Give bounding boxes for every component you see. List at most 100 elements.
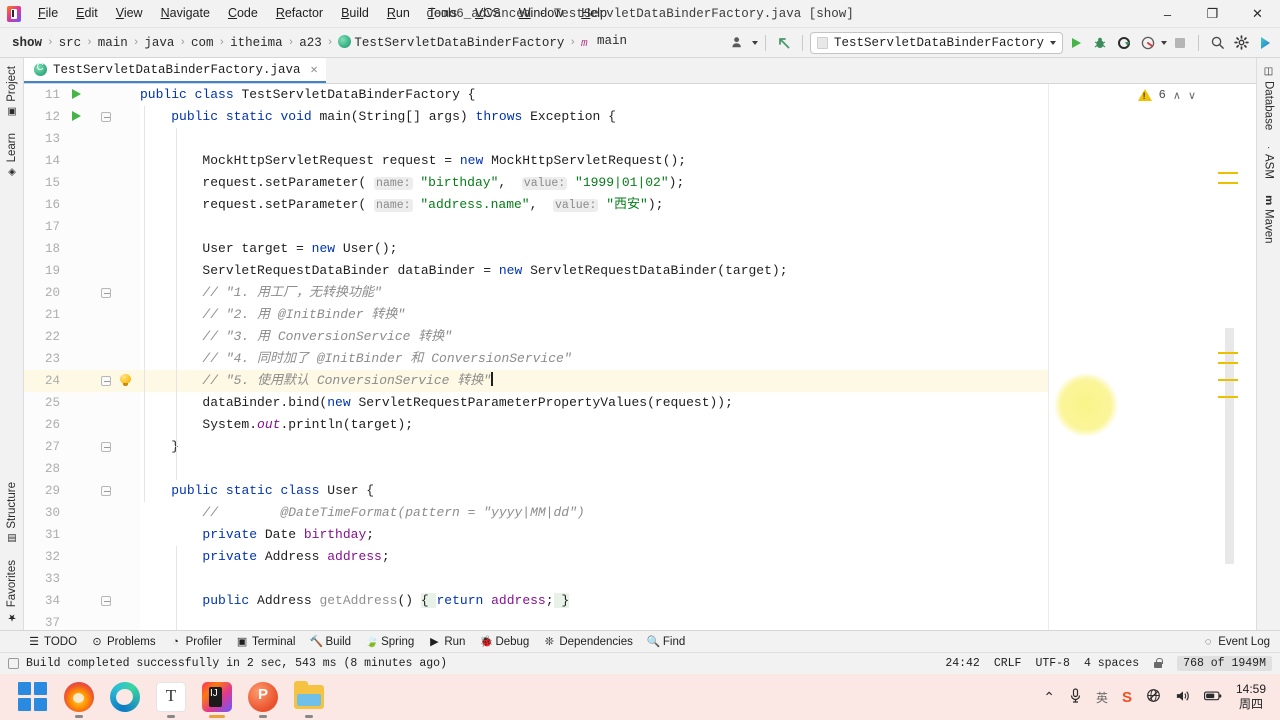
gutter-row[interactable]: 17 [24,216,140,238]
network-icon[interactable] [1146,688,1161,706]
tool-tab-database[interactable]: ◫ Database [1259,58,1279,138]
debug-icon[interactable] [1089,32,1111,54]
gutter-row[interactable]: 25 [24,392,140,414]
tool-window-spring[interactable]: 🍃 Spring [365,635,414,649]
gutter-row[interactable]: 20 [24,282,140,304]
powerpoint-icon[interactable] [248,682,278,718]
gutter-row[interactable]: 30 [24,502,140,524]
gutter-row[interactable]: 21 [24,304,140,326]
code-fold-icon[interactable] [101,376,111,386]
maximize-button[interactable]: ❐ [1190,0,1235,28]
menu-item-run[interactable]: Run [378,3,419,24]
user-profile-icon[interactable] [728,32,750,54]
gutter-row[interactable]: 14 [24,150,140,172]
gutter-row[interactable]: 31 [24,524,140,546]
breadcrumb-item-com[interactable]: com [187,35,218,51]
run-configuration-selector[interactable]: TestServletDataBinderFactory [809,31,1063,54]
menu-item-file[interactable]: File [29,3,67,24]
typora-icon[interactable] [156,682,186,718]
file-explorer-icon[interactable] [294,681,324,718]
windows-start-icon[interactable] [18,682,48,712]
tool-window-find[interactable]: 🔍 Find [647,635,685,649]
editor-tab-testservletdatabinderfactory[interactable]: TestServletDataBinderFactory.java ✕ [24,58,326,83]
breadcrumb-item-itheima[interactable]: itheima [226,35,287,51]
gutter-row[interactable]: 34 [24,590,140,612]
gutter-row[interactable]: 22 [24,326,140,348]
code-fold-icon[interactable] [101,112,111,122]
next-problem-icon[interactable]: ∨ [1188,89,1196,102]
code-fold-icon[interactable] [101,288,111,298]
sogou-input-icon[interactable]: S [1122,689,1132,706]
gutter-row[interactable]: 27 [24,436,140,458]
tool-tab-favorites[interactable]: ★ Favorites [2,552,22,630]
edge-icon[interactable] [110,682,140,712]
volume-icon[interactable] [1175,689,1190,706]
gutter-row[interactable]: 15 [24,172,140,194]
tool-window-terminal[interactable]: ▣ Terminal [236,635,296,649]
breadcrumb-item-show[interactable]: show [8,35,46,51]
close-button[interactable]: ✕ [1235,0,1280,28]
menu-item-navigate[interactable]: Navigate [152,3,219,24]
intention-bulb-icon[interactable] [119,374,132,387]
file-encoding[interactable]: UTF-8 [1035,657,1070,670]
profiler-icon[interactable] [1137,32,1159,54]
tool-tab-asm[interactable]: · ASM [1259,138,1279,186]
breadcrumb-item-a23[interactable]: a23 [295,35,326,51]
tool-tab-project[interactable]: ▣ Project [2,58,22,125]
breadcrumb-item-src[interactable]: src [55,35,86,51]
tool-tab-structure[interactable]: ▤ Structure [2,474,22,552]
profile-chevron-down-icon[interactable] [751,40,758,45]
code-fold-icon[interactable] [101,596,111,606]
tool-window-todo[interactable]: ☰ TODO [28,635,77,649]
indent-setting[interactable]: 4 spaces [1084,657,1139,670]
breadcrumb-item-java[interactable]: java [140,35,178,51]
microphone-icon[interactable] [1069,688,1082,706]
minimize-button[interactable]: – [1145,0,1190,28]
close-icon[interactable]: ✕ [311,62,318,77]
caret-position[interactable]: 24:42 [945,657,980,670]
code-fold-icon[interactable] [101,442,111,452]
intellij-idea-icon[interactable] [202,682,232,718]
gutter-row[interactable]: 16 [24,194,140,216]
tool-window-build[interactable]: 🔨 Build [310,635,352,649]
breadcrumb-item-testservletdatabinderfactory[interactable]: TestServletDataBinderFactory [334,34,568,51]
unlocked-icon[interactable] [1153,658,1163,669]
gutter-row[interactable]: 32 [24,546,140,568]
battery-icon[interactable] [1203,689,1222,705]
tool-window-problems[interactable]: ⊙ Problems [91,635,155,649]
gutter-row[interactable]: 11 [24,84,140,106]
menu-item-edit[interactable]: Edit [67,3,107,24]
breadcrumb-item-main[interactable]: m main [577,33,631,52]
ai-assistant-icon[interactable] [1254,32,1276,54]
ime-language-icon[interactable]: 英 [1096,689,1108,706]
tool-window-event-log[interactable]: ◌ Event Log [1202,636,1270,648]
run-gutter-icon[interactable] [72,111,81,121]
previous-problem-icon[interactable]: ∧ [1173,89,1181,102]
arrow-up-left-icon[interactable] [773,32,795,54]
menu-item-tools[interactable]: Tools [419,3,466,24]
tool-window-run[interactable]: ▶ Run [428,635,465,649]
gutter-row[interactable]: 37 [24,612,140,630]
gutter-row[interactable]: 19 [24,260,140,282]
editor-gutter[interactable]: 11 12 13 14 15 16 17 18 19 20 21 22 23 24 25 26 27 28 29 30… [24,84,140,630]
search-icon[interactable] [1206,32,1228,54]
profiler-chevron-down-icon[interactable] [1161,40,1167,45]
tool-window-debug[interactable]: 🐞 Debug [479,635,529,649]
menu-item-help[interactable]: Help [572,3,616,24]
tool-window-profiler[interactable]: ◔ Profiler [170,636,222,648]
gutter-row[interactable]: 28 [24,458,140,480]
gutter-row[interactable]: 23 [24,348,140,370]
gutter-row[interactable]: 26 [24,414,140,436]
breadcrumb-item-main[interactable]: main [94,35,132,51]
inspection-widget[interactable]: 6 ∧ ∨ [1137,88,1196,102]
line-separator[interactable]: CRLF [994,657,1022,670]
gutter-row[interactable]: 12 [24,106,140,128]
gear-icon[interactable] [1230,32,1252,54]
code-fold-icon[interactable] [101,486,111,496]
run-gutter-icon[interactable] [72,89,81,99]
menu-item-window[interactable]: Window [510,3,572,24]
menu-item-refactor[interactable]: Refactor [267,3,332,24]
gutter-row[interactable]: 29 [24,480,140,502]
tool-window-dependencies[interactable]: ❊ Dependencies [543,635,633,649]
stop-icon[interactable] [1169,32,1191,54]
